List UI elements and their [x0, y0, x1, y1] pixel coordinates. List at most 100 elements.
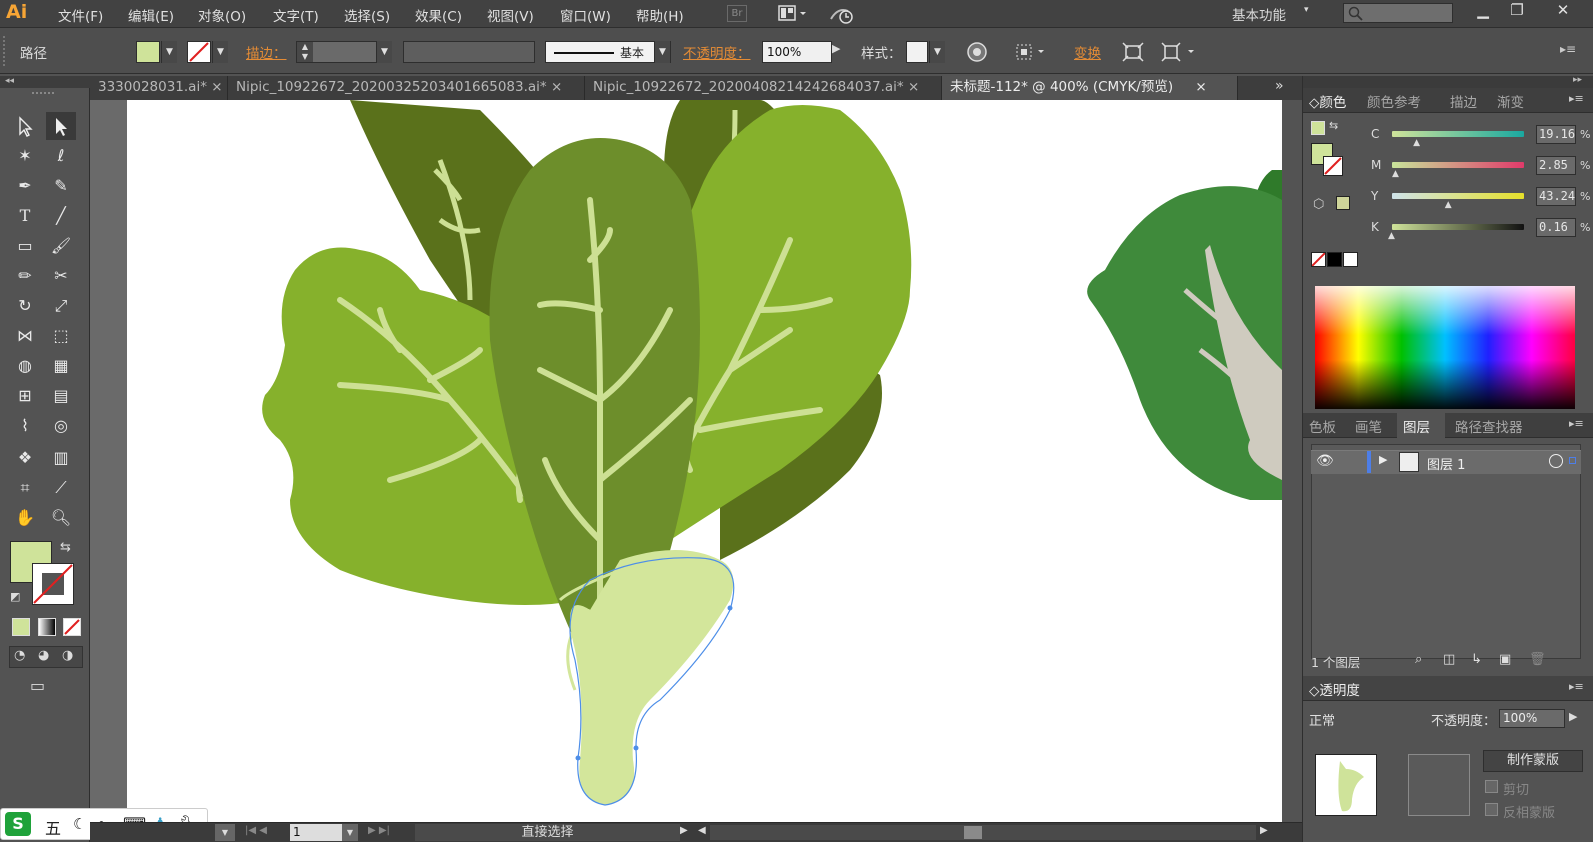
new-sublayer-icon[interactable]: ↳ [1471, 652, 1482, 667]
close-icon[interactable]: ✕ [1546, 0, 1580, 24]
menu-edit[interactable]: 编辑(E) [128, 5, 174, 25]
status-menu-icon[interactable]: ▶ [680, 825, 688, 836]
tab-overflow-icon[interactable]: » [1275, 78, 1284, 94]
perspective-grid-tool-icon[interactable]: ▦ [46, 352, 76, 380]
workspace-switcher[interactable]: 基本功能 [1232, 4, 1286, 24]
scissors-tool-icon[interactable]: ✂ [46, 262, 76, 290]
scroll-right-icon[interactable]: ▶ [1260, 825, 1268, 836]
black-value[interactable]: 0.16 [1536, 218, 1576, 237]
default-fill-stroke-icon[interactable]: ◩ [10, 590, 20, 603]
blend-tool-icon[interactable]: ◎ [46, 412, 76, 440]
tab-document-active[interactable]: 未标题-112* @ 400% (CMYK/预览) × [942, 76, 1238, 100]
help-search-input[interactable] [1343, 3, 1453, 23]
type-tool-icon[interactable]: T [10, 202, 40, 230]
panel-menu-icon[interactable]: ▸≡ [1569, 417, 1584, 430]
cyan-slider-thumb[interactable]: ▲ [1413, 138, 1420, 148]
invert-mask-checkbox[interactable] [1485, 803, 1498, 816]
anchor-point[interactable] [727, 605, 733, 611]
tab-color-guide[interactable]: 颜色参考 [1367, 91, 1421, 111]
none-mode-button[interactable] [63, 618, 81, 636]
delete-icon[interactable]: 🗑︎ [1529, 652, 1546, 667]
swap-fill-stroke-icon[interactable]: ⇆ [60, 540, 71, 555]
black-slider-thumb[interactable]: ▲ [1388, 231, 1395, 241]
magenta-value[interactable]: 2.85 [1536, 156, 1576, 175]
selection-indicator[interactable] [1569, 457, 1576, 464]
rotate-tool-icon[interactable]: ↻ [10, 292, 40, 320]
tab-layers[interactable]: 图层 [1403, 416, 1430, 436]
horizontal-scrollbar[interactable] [710, 825, 1256, 840]
isolate-mode-icon[interactable] [1160, 41, 1200, 63]
restore-icon[interactable]: ❐ [1500, 0, 1534, 24]
white-swatch[interactable] [1343, 252, 1358, 267]
tab-brushes[interactable]: 画笔 [1355, 416, 1382, 436]
clip-checkbox[interactable] [1485, 780, 1498, 793]
pen-tool-icon[interactable]: ✒ [10, 172, 40, 200]
artboard[interactable] [127, 100, 1282, 822]
minimize-icon[interactable]: ▁ [1466, 0, 1500, 24]
menu-help[interactable]: 帮助(H) [636, 5, 684, 25]
tab-stroke[interactable]: 描边 [1450, 91, 1477, 111]
magenta-slider[interactable] [1392, 162, 1524, 168]
graphic-style-swatch[interactable] [906, 41, 928, 63]
draw-inside-icon[interactable]: ◑ [62, 648, 73, 663]
bridge-icon[interactable]: Br [727, 5, 747, 22]
slice-tool-icon[interactable]: ⟋ [46, 474, 76, 502]
selection-tool-icon[interactable] [10, 112, 40, 140]
shape-builder-tool-icon[interactable]: ◍ [10, 352, 40, 380]
first-page-icon[interactable]: |◀ ◀ [245, 825, 267, 836]
grip-handle[interactable] [32, 92, 54, 96]
cyan-slider[interactable] [1392, 131, 1524, 137]
menu-view[interactable]: 视图(V) [487, 5, 534, 25]
pencil-tool-icon[interactable]: ✏ [10, 262, 40, 290]
layer-name[interactable]: 图层 1 [1427, 454, 1465, 473]
rectangle-tool-icon[interactable]: ▭ [10, 232, 40, 260]
tab-close-icon[interactable]: × [908, 79, 919, 95]
grip-handle[interactable] [3, 36, 7, 66]
line-segment-tool-icon[interactable]: ╱ [46, 202, 76, 230]
stroke-swatch[interactable] [187, 41, 211, 63]
paintbrush-tool-icon[interactable]: 🖌 [46, 232, 76, 260]
column-graph-tool-icon[interactable]: ▥ [46, 444, 76, 472]
mini-fill-icon[interactable] [1311, 121, 1325, 135]
menu-select[interactable]: 选择(S) [344, 5, 390, 25]
brush-definition[interactable]: 基本 [545, 41, 671, 63]
arrange-documents-icon[interactable] [778, 4, 808, 24]
vegetable-illustration[interactable] [127, 100, 1282, 822]
gradient-tool-icon[interactable]: ▤ [46, 382, 76, 410]
horizontal-scroll-thumb[interactable] [964, 826, 982, 839]
dock-collapse-icon[interactable]: ▸▸ [1573, 75, 1582, 85]
mesh-tool-icon[interactable]: ⊞ [10, 382, 40, 410]
menu-type[interactable]: 文字(T) [273, 5, 319, 25]
out-of-gamut-icon[interactable]: ⬡ [1313, 197, 1324, 212]
graphic-style-dropdown[interactable]: ▼ [929, 41, 945, 63]
zoom-tool-icon[interactable]: 🔍︎ [46, 504, 76, 532]
align-options-icon[interactable] [1014, 41, 1050, 63]
magic-wand-tool-icon[interactable]: ✶ [10, 142, 40, 170]
isolate-object-icon[interactable] [1121, 41, 1145, 63]
stroke-dropdown[interactable]: ▼ [212, 41, 228, 63]
black-swatch[interactable] [1327, 252, 1342, 267]
page-number-input[interactable]: 1 [290, 824, 342, 841]
stroke-color-swatch[interactable] [32, 563, 74, 605]
tab-close-icon[interactable]: × [551, 79, 562, 95]
tab-document[interactable]: Nipic_10922672_20200408214242684037.ai* … [585, 76, 942, 100]
yellow-slider[interactable] [1392, 193, 1524, 199]
panel-menu-icon[interactable]: ▸≡ [1569, 680, 1584, 693]
expand-triangle-icon[interactable]: ▶ [1379, 453, 1387, 466]
ime-mode-label[interactable]: 五 [45, 815, 61, 839]
locate-object-icon[interactable]: ⌕ [1415, 652, 1422, 667]
magenta-slider-thumb[interactable]: ▲ [1392, 169, 1399, 179]
mask-thumbnail[interactable] [1408, 754, 1470, 816]
tab-swatches[interactable]: 色板 [1309, 416, 1336, 436]
tab-document[interactable]: Nipic_10922672_20200325203401665083.ai* … [228, 76, 585, 100]
tab-close-icon[interactable]: × [211, 79, 222, 95]
menu-object[interactable]: 对象(O) [198, 5, 246, 25]
symbol-sprayer-tool-icon[interactable]: ❖ [10, 444, 40, 472]
moon-icon[interactable]: ☾ [73, 815, 86, 833]
tab-close-icon[interactable]: × [1195, 79, 1206, 95]
fill-swatch[interactable] [136, 41, 160, 63]
stroke-panel-link[interactable]: 描边： [246, 42, 287, 62]
tab-gradient[interactable]: 渐变 [1497, 91, 1524, 111]
artboard-tool-icon[interactable]: ⌗ [10, 474, 40, 502]
opacity-input[interactable]: 100% [762, 41, 832, 63]
